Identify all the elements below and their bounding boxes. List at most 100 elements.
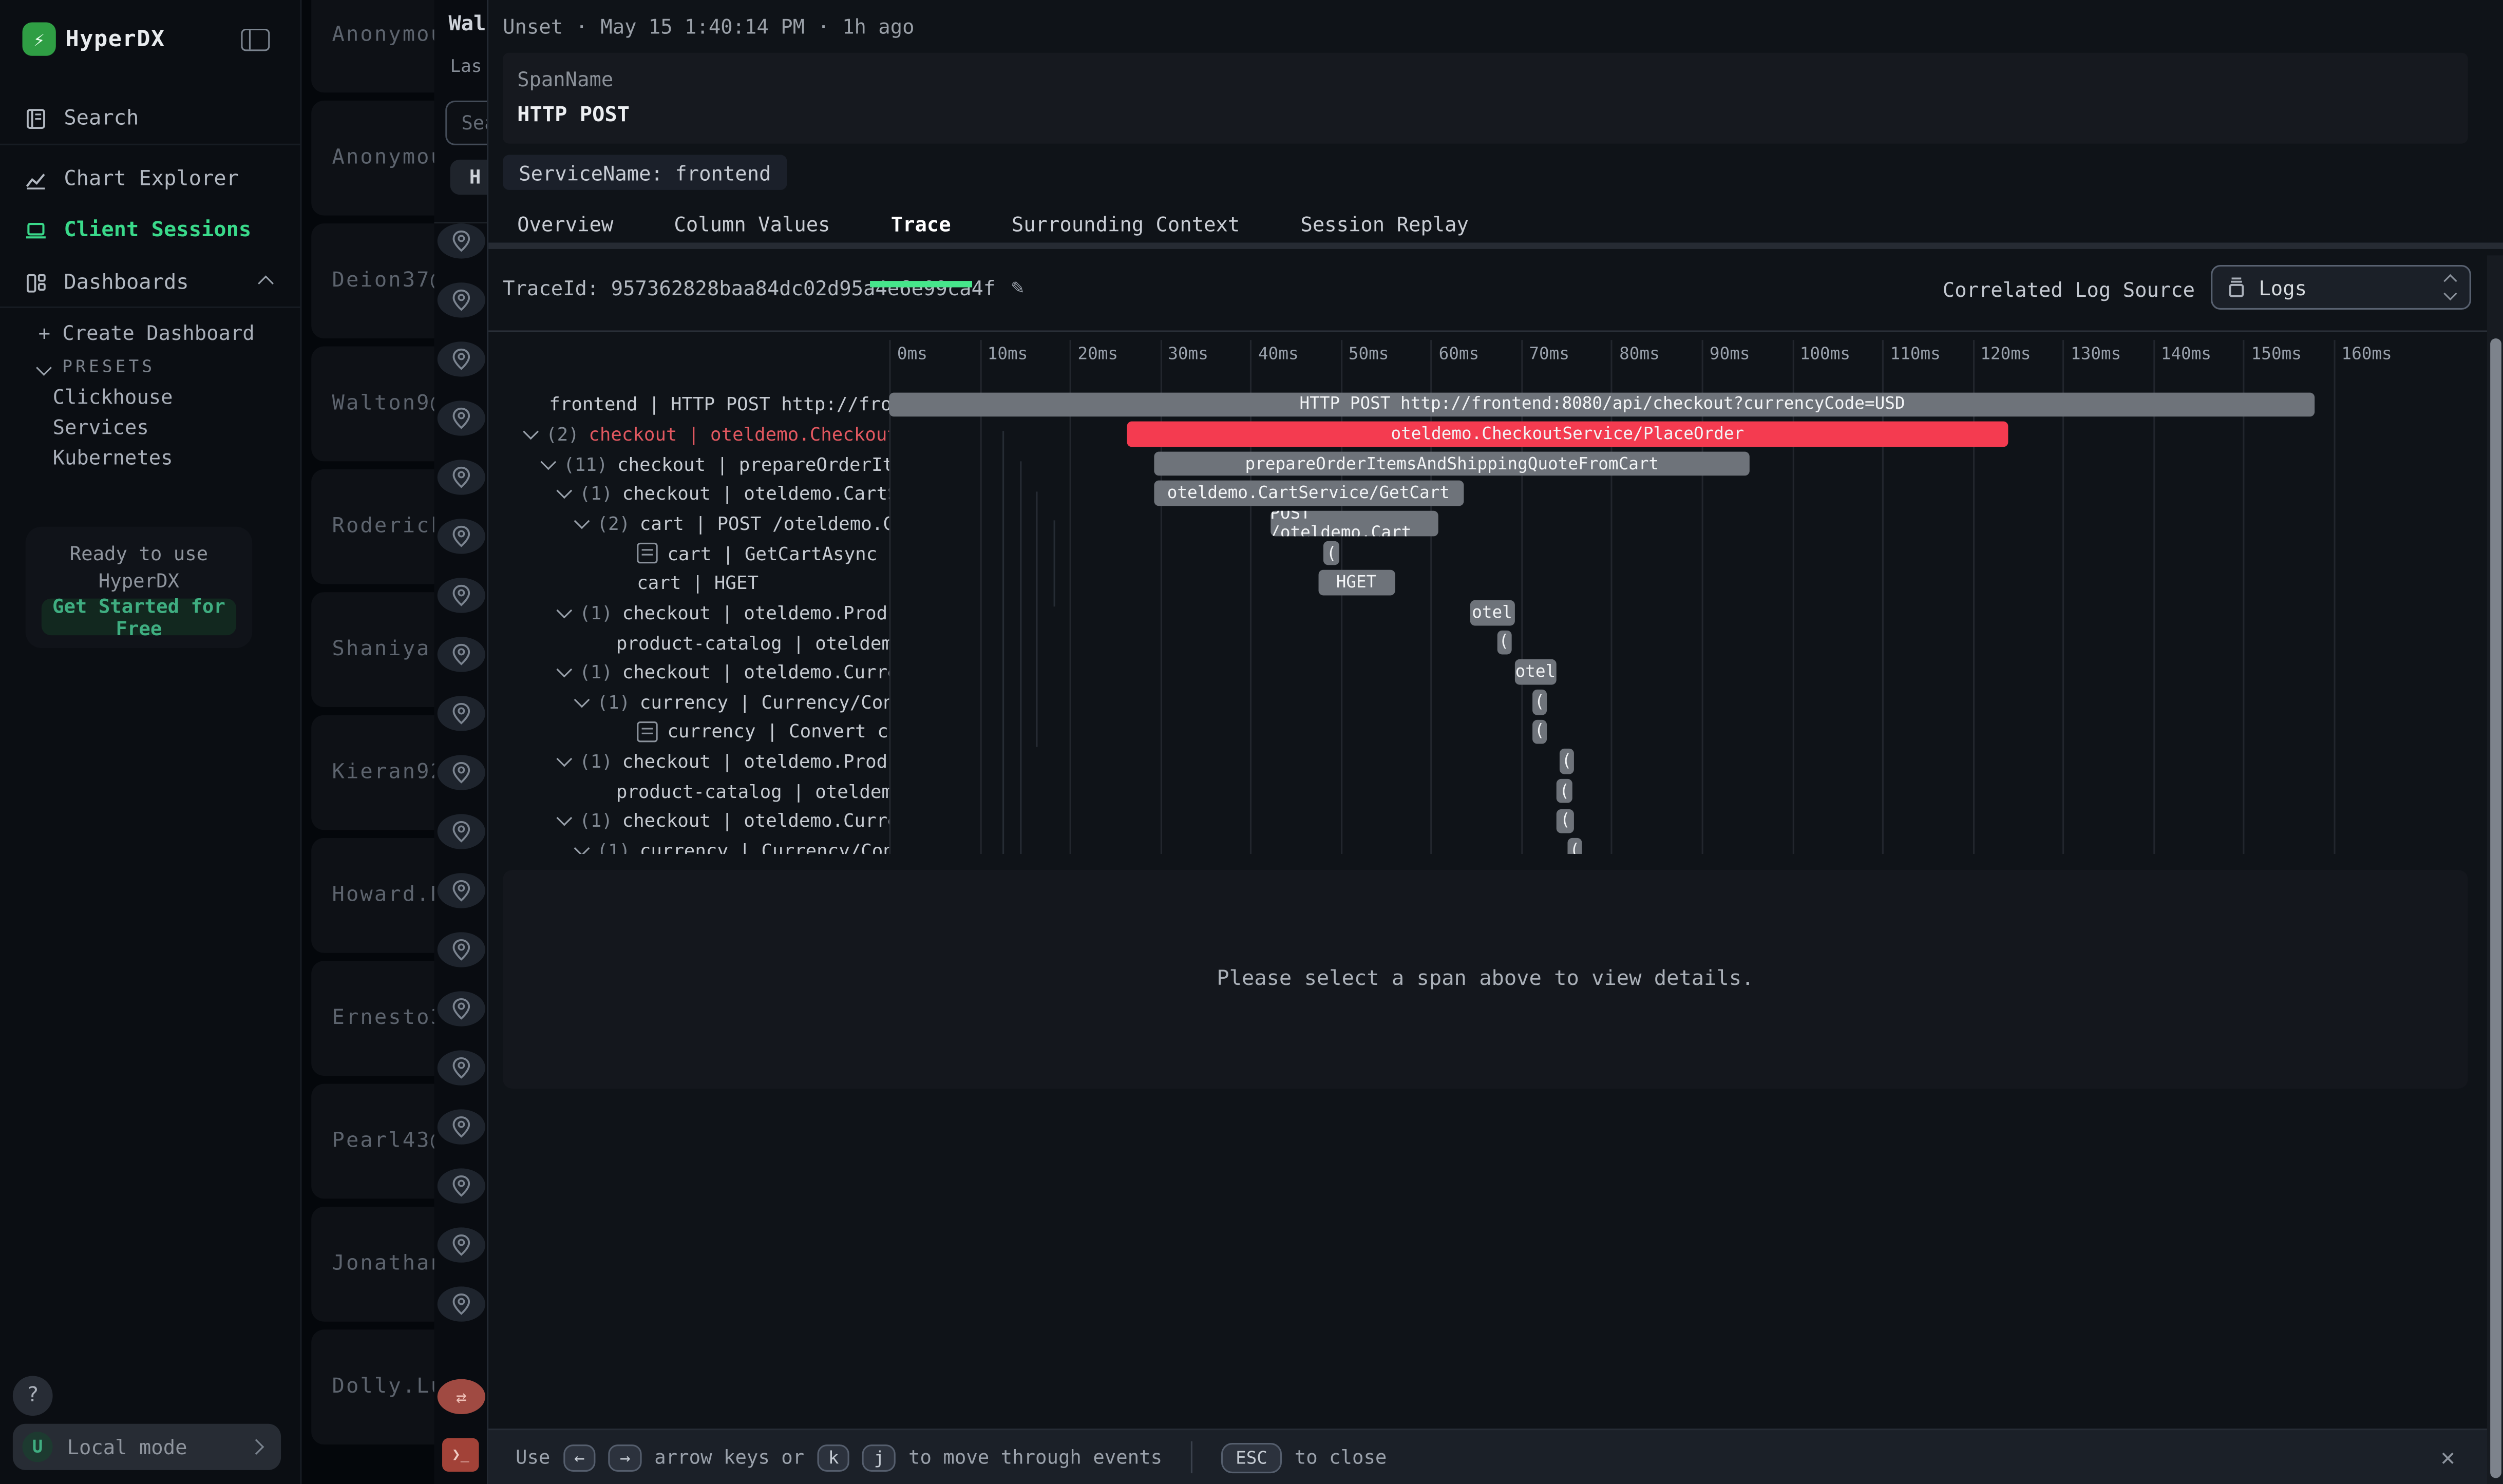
highlighted-button[interactable]: H (450, 160, 487, 195)
location-pin-icon[interactable] (438, 696, 485, 731)
sidebar-item-client-sessions[interactable]: Client Sessions (0, 209, 300, 251)
span-bar[interactable]: ( (1557, 809, 1573, 833)
location-pin-icon[interactable] (438, 637, 485, 672)
trace-tree-row[interactable]: (1)checkout | oteldemo.CurrencySe… (501, 657, 889, 687)
timeline-tick-label: 130ms (2071, 345, 2121, 364)
span-bar[interactable]: otel (1470, 600, 1515, 625)
expand-chevron-icon[interactable] (556, 811, 572, 827)
sidebar-item-search[interactable]: Search (0, 98, 300, 139)
span-bar[interactable]: otel (1515, 660, 1557, 684)
timeline-gridline (1973, 340, 1974, 854)
location-pin-icon[interactable] (438, 932, 485, 967)
expand-chevron-icon[interactable] (540, 453, 556, 469)
service-name-chip[interactable]: ServiceName: frontend (503, 155, 787, 190)
expand-chevron-icon[interactable] (574, 513, 590, 529)
trace-tree-row[interactable]: frontend | HTTP POST http://frontend:… (501, 389, 889, 419)
tab-surrounding-context[interactable]: Surrounding Context (991, 204, 1260, 243)
span-bar[interactable]: ( (1323, 541, 1340, 565)
log-source-value: Logs (2259, 275, 2433, 299)
collapse-sidebar-icon[interactable] (241, 29, 270, 51)
span-label: product-catalog | oteldemo.Prod… (616, 631, 889, 654)
location-pin-icon[interactable] (438, 1109, 485, 1144)
trace-tree-row[interactable]: (1)checkout | oteldemo.CartServic… (501, 479, 889, 508)
create-dashboard-link[interactable]: + Create Dashboard (39, 321, 255, 345)
help-button[interactable]: ? (13, 1376, 53, 1416)
trace-tree-row[interactable]: (1)checkout | oteldemo.ProductCat… (501, 598, 889, 627)
location-pin-icon[interactable] (438, 873, 485, 908)
span-bar[interactable]: ( (1496, 630, 1511, 655)
tree-guide (1002, 431, 1004, 854)
span-bar[interactable]: oteldemo.CheckoutService/PlaceOrder (1127, 422, 2008, 446)
sidebar-item-dashboards[interactable]: Dashboards (0, 262, 300, 303)
location-pin-icon[interactable] (438, 578, 485, 613)
trace-tree-row[interactable]: product-catalog | oteldemo.Prod… (501, 627, 889, 657)
location-pin-icon[interactable] (438, 814, 485, 849)
span-bar[interactable]: oteldemo.CartService/GetCart (1153, 481, 1463, 506)
network-event-icon[interactable]: ⇄ (438, 1379, 485, 1414)
sidebar-item-chart-explorer[interactable]: Chart Explorer (0, 158, 300, 200)
span-bar[interactable]: ( (1567, 839, 1582, 854)
tab-overview[interactable]: Overview (497, 204, 634, 243)
preset-clickhouse[interactable]: Clickhouse (53, 385, 173, 409)
location-pin-icon[interactable] (438, 460, 485, 494)
trace-tree-row[interactable]: cart | GetCartAsync called… (501, 538, 889, 568)
expand-chevron-icon[interactable] (556, 483, 572, 499)
location-pin-icon[interactable] (438, 401, 485, 435)
tab-trace[interactable]: Trace (870, 204, 972, 243)
location-pin-icon[interactable] (438, 341, 485, 376)
expand-chevron-icon[interactable] (556, 602, 572, 618)
trace-tree-row[interactable]: (2)checkout | oteldemo.CheckoutServic… (501, 419, 889, 449)
span-label: product-catalog | oteldemo.Prod… (616, 780, 889, 803)
presets-toggle[interactable]: PRESETS (39, 357, 156, 376)
span-bar[interactable]: ( (1559, 749, 1575, 774)
close-icon[interactable]: ✕ (2441, 1443, 2455, 1472)
log-event-icon (637, 543, 657, 563)
location-pin-icon[interactable] (438, 1168, 485, 1203)
log-source-select[interactable]: Logs (2211, 265, 2471, 310)
trace-tree-row[interactable]: currency | Convert convers… (501, 717, 889, 747)
expand-chevron-icon[interactable] (523, 424, 539, 440)
span-bar[interactable]: ( (1532, 690, 1547, 714)
timeline-tick-label: 40ms (1258, 345, 1299, 364)
get-started-button[interactable]: Get Started for Free (42, 599, 236, 635)
expand-chevron-icon[interactable] (574, 692, 590, 708)
trace-tree-row[interactable]: (1)checkout | oteldemo.CurrencySe… (501, 806, 889, 836)
expand-chevron-icon[interactable] (574, 841, 590, 854)
local-mode-label: Local mode (67, 1435, 236, 1459)
expand-chevron-icon[interactable] (556, 662, 572, 678)
trace-tree-row[interactable]: product-catalog | oteldemo.Prod… (501, 776, 889, 806)
trace-tree-row[interactable]: (11)checkout | prepareOrderItemsAnd… (501, 449, 889, 479)
span-name-value: HTTP POST (517, 104, 630, 128)
span-bar[interactable]: prepareOrderItemsAndShippingQuoteFromCar… (1153, 451, 1750, 476)
preset-kubernetes[interactable]: Kubernetes (53, 445, 173, 469)
trace-tree-row[interactable]: (1)currency | Currency/Convert (501, 687, 889, 717)
session-subtitle: Las (450, 56, 482, 77)
preset-services[interactable]: Services (53, 415, 149, 439)
expand-chevron-icon[interactable] (556, 751, 572, 767)
scrollbar-thumb[interactable] (2490, 338, 2501, 1478)
location-pin-icon[interactable] (438, 755, 485, 790)
span-bar[interactable]: ( (1532, 719, 1547, 744)
span-bar[interactable]: ( (1557, 779, 1571, 804)
chart-icon (24, 167, 48, 191)
session-search-input[interactable]: Sea (445, 101, 487, 145)
tab-session-replay[interactable]: Session Replay (1280, 204, 1489, 243)
trace-tree-row[interactable]: (2)cart | POST /oteldemo.CartSe… (501, 508, 889, 538)
span-bar[interactable]: HGET (1318, 570, 1394, 595)
location-pin-icon[interactable] (438, 1286, 485, 1321)
location-pin-icon[interactable] (438, 519, 485, 554)
location-pin-icon[interactable] (438, 282, 485, 317)
trace-tree-row[interactable]: cart | HGET (501, 568, 889, 598)
trace-tree-row[interactable]: (1)checkout | oteldemo.ProductCat… (501, 747, 889, 776)
trace-tree-row[interactable]: (1)currency | Currency/Convert (501, 836, 889, 854)
user-menu-button[interactable]: U Local mode (13, 1424, 281, 1470)
location-pin-icon[interactable] (438, 223, 485, 258)
span-bar[interactable]: HTTP POST http://frontend:8080/api/check… (889, 392, 2315, 416)
edit-trace-id-icon[interactable]: ✎ (1011, 276, 1023, 300)
console-event-icon[interactable]: ❯_ (442, 1438, 479, 1472)
span-bar[interactable]: POST /oteldemo.Cart (1270, 511, 1438, 536)
location-pin-icon[interactable] (438, 991, 485, 1026)
tab-column-values[interactable]: Column Values (653, 204, 851, 243)
location-pin-icon[interactable] (438, 1227, 485, 1262)
location-pin-icon[interactable] (438, 1050, 485, 1085)
